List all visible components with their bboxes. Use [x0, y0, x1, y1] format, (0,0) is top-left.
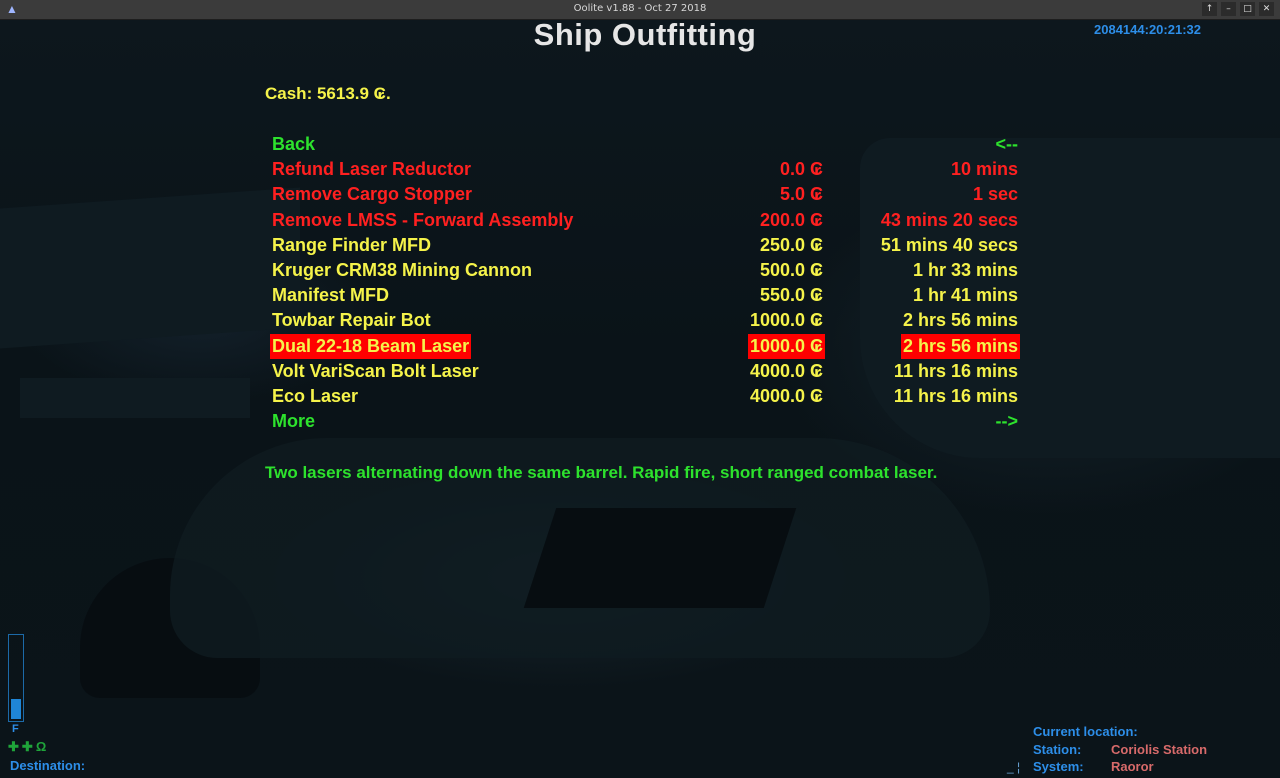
menu-item-label: Range Finder MFD: [272, 234, 432, 255]
menu-item-price: 4000.0 ₢: [749, 360, 823, 381]
hangar-structure: [0, 187, 300, 349]
menu-item-install-time: -->: [995, 411, 1019, 432]
system-value: Raoror: [1111, 759, 1154, 774]
menu-item-more[interactable]: More -->: [267, 409, 1023, 434]
menu-item-dual-22-18-beam-laser[interactable]: Dual 22-18 Beam Laser 1000.0 ₢ 2 hrs 56 mi…: [267, 333, 1023, 359]
fuel-level-bar: [11, 698, 21, 719]
minimize-button[interactable]: –: [1221, 2, 1236, 16]
ship-hull: [523, 508, 797, 608]
menu-item-refund-laser-reductor[interactable]: Refund Laser Reductor 0.0 ₢ 10 mins: [267, 157, 1023, 182]
menu-item-price: 250.0 ₢: [759, 234, 823, 255]
menu-item-price: 0.0 ₢: [779, 159, 823, 180]
menu-item-install-time: 43 mins 20 secs: [880, 209, 1018, 230]
menu-item-label: Remove LMSS - Forward Assembly: [272, 209, 574, 230]
menu-item-label: Dual 22-18 Beam Laser: [270, 333, 472, 359]
menu-item-label: Towbar Repair Bot: [272, 310, 431, 331]
system-label: System:: [1033, 759, 1084, 774]
fuel-gauge: [8, 634, 24, 722]
screen-title: Ship Outfitting: [533, 17, 757, 52]
menu-item-install-time: 1 hr 33 mins: [912, 259, 1018, 280]
cross-icon: ✚: [21, 739, 33, 754]
menu-item-install-time: 2 hrs 56 mins: [900, 333, 1020, 359]
menu-item-install-time: 11 hrs 16 mins: [893, 360, 1018, 381]
menu-item-remove-cargo-stopper[interactable]: Remove Cargo Stopper 5.0 ₢ 1 sec: [267, 182, 1023, 207]
equipment-description: Two lasers alternating down the same bar…: [265, 463, 938, 482]
menu-item-label: Remove Cargo Stopper: [272, 184, 473, 205]
menu-item-price: 200.0 ₢: [759, 209, 823, 230]
menu-item-label: Refund Laser Reductor: [272, 159, 472, 180]
menu-item-label: Back: [272, 134, 316, 154]
station-label: Station:: [1033, 741, 1082, 757]
menu-item-label: Eco Laser: [272, 385, 359, 406]
menu-item-price: 500.0 ₢: [759, 259, 823, 280]
menu-item-label: More: [272, 411, 316, 432]
close-button[interactable]: ✕: [1259, 2, 1274, 16]
menu-item-price: 1000.0 ₢: [747, 333, 825, 359]
menu-item-label: Manifest MFD: [272, 285, 389, 306]
menu-item-eco-laser[interactable]: Eco Laser 4000.0 ₢ 11 hrs 16 mins: [267, 384, 1023, 409]
fuel-label: F: [12, 723, 19, 735]
menu-item-install-time: 11 hrs 16 mins: [893, 385, 1018, 406]
menu-item-kruger-crm38-mining-cannon[interactable]: Kruger CRM38 Mining Cannon 500.0 ₢ 1 hr 33…: [267, 258, 1023, 283]
menu-item-label: Volt VariScan Bolt Laser: [272, 360, 479, 381]
menu-item-back[interactable]: Back <--: [267, 132, 1023, 157]
menu-item-install-time: 10 mins: [950, 159, 1018, 180]
menu-item-remove-lmss-forward-assembly[interactable]: Remove LMSS - Forward Assembly 200.0 ₢ 43 …: [267, 208, 1023, 233]
location-header: Current location:: [1033, 724, 1138, 739]
hangar-structure: [20, 378, 250, 418]
outfitting-menu: Back <-- Refund Laser Reductor 0.0 ₢ 10 mins…: [267, 132, 1023, 434]
menu-item-label: Kruger CRM38 Mining Cannon: [272, 259, 532, 280]
menu-item-install-time: 1 hr 41 mins: [912, 285, 1018, 306]
menu-item-install-time: <--: [995, 134, 1019, 154]
menu-item-range-finder-mfd[interactable]: Range Finder MFD 250.0 ₢ 51 mins 40 secs: [267, 233, 1023, 258]
station-value: Coriolis Station: [1111, 741, 1208, 757]
cursor-marks: _ ¦: [1007, 760, 1021, 774]
menu-item-towbar-repair-bot[interactable]: Towbar Repair Bot 1000.0 ₢ 2 hrs 56 mins: [267, 308, 1023, 333]
status-icons: ✚ ✚ Ω: [8, 739, 46, 755]
maximize-button[interactable]: □: [1240, 2, 1255, 16]
window-title: Oolite v1.88 - Oct 27 2018: [573, 3, 707, 14]
menu-item-price: 5.0 ₢: [779, 184, 823, 205]
cross-icon: ✚: [8, 739, 19, 754]
menu-item-volt-variscan-bolt-laser[interactable]: Volt VariScan Bolt Laser 4000.0 ₢ 11 hrs 1…: [267, 359, 1023, 384]
destination-label: Destination:: [10, 758, 86, 773]
keep-above-button[interactable]: ↑: [1202, 2, 1217, 16]
window-controls: ↑ – □ ✕: [1202, 2, 1274, 16]
menu-item-manifest-mfd[interactable]: Manifest MFD 550.0 ₢ 1 hr 41 mins: [267, 283, 1023, 308]
omega-icon: Ω: [35, 739, 47, 754]
menu-item-price: 550.0 ₢: [759, 285, 823, 306]
menu-item-price: 4000.0 ₢: [749, 385, 823, 406]
menu-item-install-time: 51 mins 40 secs: [880, 234, 1018, 255]
menu-item-install-time: 2 hrs 56 mins: [902, 310, 1018, 331]
game-clock: 2084144:20:21:32: [1094, 22, 1201, 37]
location-panel: Current location: Station: Coriolis Stati…: [1033, 723, 1207, 776]
cash-display: Cash: 5613.9 ₢.: [265, 84, 391, 103]
menu-item-price: 1000.0 ₢: [749, 310, 823, 331]
menu-item-install-time: 1 sec: [972, 184, 1018, 205]
